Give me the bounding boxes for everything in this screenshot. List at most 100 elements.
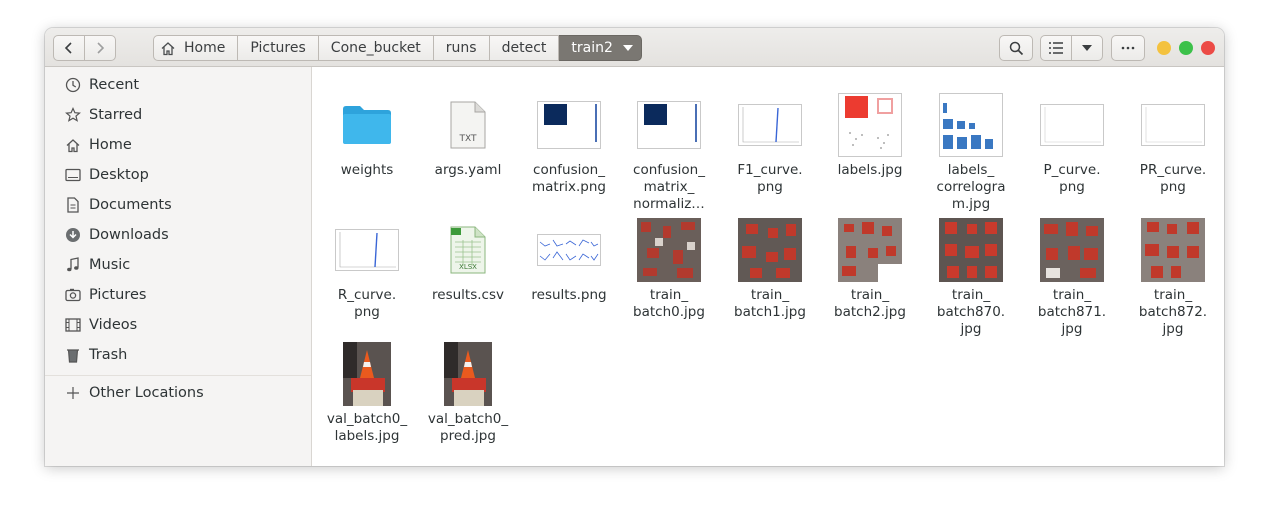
- breadcrumb-label: Home: [184, 40, 226, 56]
- more-icon: [1121, 46, 1135, 50]
- file-item-results-png[interactable]: results.png: [519, 218, 619, 304]
- sidebar-item-home[interactable]: Home: [45, 130, 311, 160]
- image-thumbnail: [619, 93, 719, 157]
- image-thumbnail: [418, 342, 518, 406]
- file-name: R_curve. png: [337, 287, 397, 320]
- file-item-train-batch870[interactable]: train_ batch870. jpg: [921, 218, 1021, 338]
- sidebar-item-starred[interactable]: Starred: [45, 100, 311, 130]
- file-item-args-yaml[interactable]: TXT args.yaml: [418, 93, 518, 179]
- breadcrumb-label: Pictures: [250, 40, 306, 56]
- file-item-results-csv[interactable]: XLSX results.csv: [418, 218, 518, 304]
- file-name: P_curve. png: [1043, 162, 1101, 195]
- sidebar-item-desktop[interactable]: Desktop: [45, 160, 311, 190]
- downloads-icon: [65, 227, 81, 243]
- file-name: train_ batch2.jpg: [834, 287, 906, 320]
- sidebar-item-other-locations[interactable]: Other Locations: [45, 378, 311, 408]
- sidebar-item-trash[interactable]: Trash: [45, 340, 311, 370]
- image-thumbnail: [317, 342, 417, 406]
- sidebar-item-downloads[interactable]: Downloads: [45, 220, 311, 250]
- file-name: train_ batch0.jpg: [633, 287, 705, 320]
- breadcrumb-label: runs: [445, 40, 477, 56]
- file-item-weights[interactable]: weights: [317, 93, 417, 179]
- maximize-button[interactable]: [1179, 41, 1193, 55]
- file-item-train-batch872[interactable]: train_ batch872. jpg: [1123, 218, 1223, 338]
- search-icon: [1009, 41, 1023, 55]
- file-name: confusion_ matrix_ normaliz…: [633, 162, 705, 212]
- file-name: labels.jpg: [837, 162, 903, 178]
- file-item-val-batch0-pred[interactable]: val_batch0_ pred.jpg: [418, 342, 518, 445]
- sidebar-item-label: Music: [89, 257, 131, 273]
- sidebar-divider: [45, 375, 311, 376]
- file-name: val_batch0_ pred.jpg: [427, 411, 509, 444]
- menu-button[interactable]: [1111, 35, 1145, 61]
- breadcrumb-label: detect: [501, 40, 547, 56]
- file-name: PR_curve. png: [1139, 162, 1207, 195]
- file-name: results.csv: [432, 287, 504, 303]
- sidebar-item-label: Trash: [89, 347, 128, 363]
- file-item-train-batch871[interactable]: train_ batch871. jpg: [1022, 218, 1122, 338]
- sidebar-item-label: Downloads: [89, 227, 169, 243]
- close-button[interactable]: [1201, 41, 1215, 55]
- file-item-train-batch1[interactable]: train_ batch1.jpg: [720, 218, 820, 321]
- breadcrumb-detect[interactable]: detect: [489, 35, 560, 61]
- file-item-confusion-matrix-normalized[interactable]: confusion_ matrix_ normaliz…: [619, 93, 719, 213]
- back-button[interactable]: [53, 35, 85, 61]
- file-name: F1_curve. png: [737, 162, 803, 195]
- home-icon: [160, 41, 176, 56]
- file-name: train_ batch871. jpg: [1037, 287, 1107, 337]
- file-item-labels-correlogram[interactable]: labels_ correlogra m.jpg: [921, 93, 1021, 213]
- sidebar-item-pictures[interactable]: Pictures: [45, 280, 311, 310]
- file-item-val-batch0-labels[interactable]: val_batch0_ labels.jpg: [317, 342, 417, 445]
- sidebar-item-videos[interactable]: Videos: [45, 310, 311, 340]
- sidebar-item-label: Documents: [89, 197, 172, 213]
- file-item-pr-curve[interactable]: PR_curve. png: [1123, 93, 1223, 196]
- music-icon: [65, 257, 81, 273]
- search-button[interactable]: [999, 35, 1033, 61]
- sidebar-item-recent[interactable]: Recent: [45, 70, 311, 100]
- file-manager-window: Home Pictures Cone_bucket runs detect tr…: [45, 28, 1224, 466]
- home-icon: [65, 137, 81, 153]
- breadcrumb-pictures[interactable]: Pictures: [238, 35, 319, 61]
- pictures-icon: [65, 287, 81, 303]
- trash-icon: [65, 347, 81, 363]
- image-thumbnail: [820, 218, 920, 282]
- image-thumbnail: [921, 93, 1021, 157]
- folder-icon: [317, 93, 417, 157]
- breadcrumb-home[interactable]: Home: [153, 35, 239, 61]
- file-item-r-curve[interactable]: R_curve. png: [317, 218, 417, 321]
- view-list-button[interactable]: [1040, 35, 1072, 61]
- image-thumbnail: [317, 218, 417, 282]
- clock-icon: [65, 77, 81, 93]
- image-thumbnail: [1123, 93, 1223, 157]
- forward-button[interactable]: [84, 35, 116, 61]
- sidebar-item-label: Videos: [89, 317, 138, 333]
- sidebar-item-music[interactable]: Music: [45, 250, 311, 280]
- documents-icon: [65, 197, 81, 213]
- file-item-train-batch2[interactable]: train_ batch2.jpg: [820, 218, 920, 321]
- sidebar-item-label: Desktop: [89, 167, 149, 183]
- file-item-train-batch0[interactable]: train_ batch0.jpg: [619, 218, 719, 321]
- file-name: train_ batch872. jpg: [1138, 287, 1208, 337]
- file-name: val_batch0_ labels.jpg: [326, 411, 408, 444]
- file-name: train_ batch1.jpg: [734, 287, 806, 320]
- breadcrumb-train2[interactable]: train2: [559, 35, 642, 61]
- plus-icon: [65, 385, 81, 401]
- star-icon: [65, 107, 81, 123]
- file-item-confusion-matrix[interactable]: confusion_ matrix.png: [519, 93, 619, 196]
- file-item-labels-jpg[interactable]: labels.jpg: [820, 93, 920, 179]
- breadcrumb-runs[interactable]: runs: [433, 35, 490, 61]
- minimize-button[interactable]: [1157, 41, 1171, 55]
- sidebar-item-documents[interactable]: Documents: [45, 190, 311, 220]
- breadcrumb-label: train2: [571, 40, 613, 56]
- caret-down-icon: [1082, 45, 1092, 51]
- file-item-p-curve[interactable]: P_curve. png: [1022, 93, 1122, 196]
- breadcrumb: Home Pictures Cone_bucket runs detect tr…: [153, 35, 642, 61]
- breadcrumb-cone-bucket[interactable]: Cone_bucket: [318, 35, 434, 61]
- spreadsheet-icon: XLSX: [418, 218, 518, 282]
- desktop-icon: [65, 167, 81, 183]
- file-type-badge: TXT: [458, 134, 477, 144]
- text-file-icon: TXT: [418, 93, 518, 157]
- chevron-right-icon: [97, 42, 105, 54]
- file-item-f1-curve[interactable]: F1_curve. png: [720, 93, 820, 196]
- view-options-button[interactable]: [1071, 35, 1103, 61]
